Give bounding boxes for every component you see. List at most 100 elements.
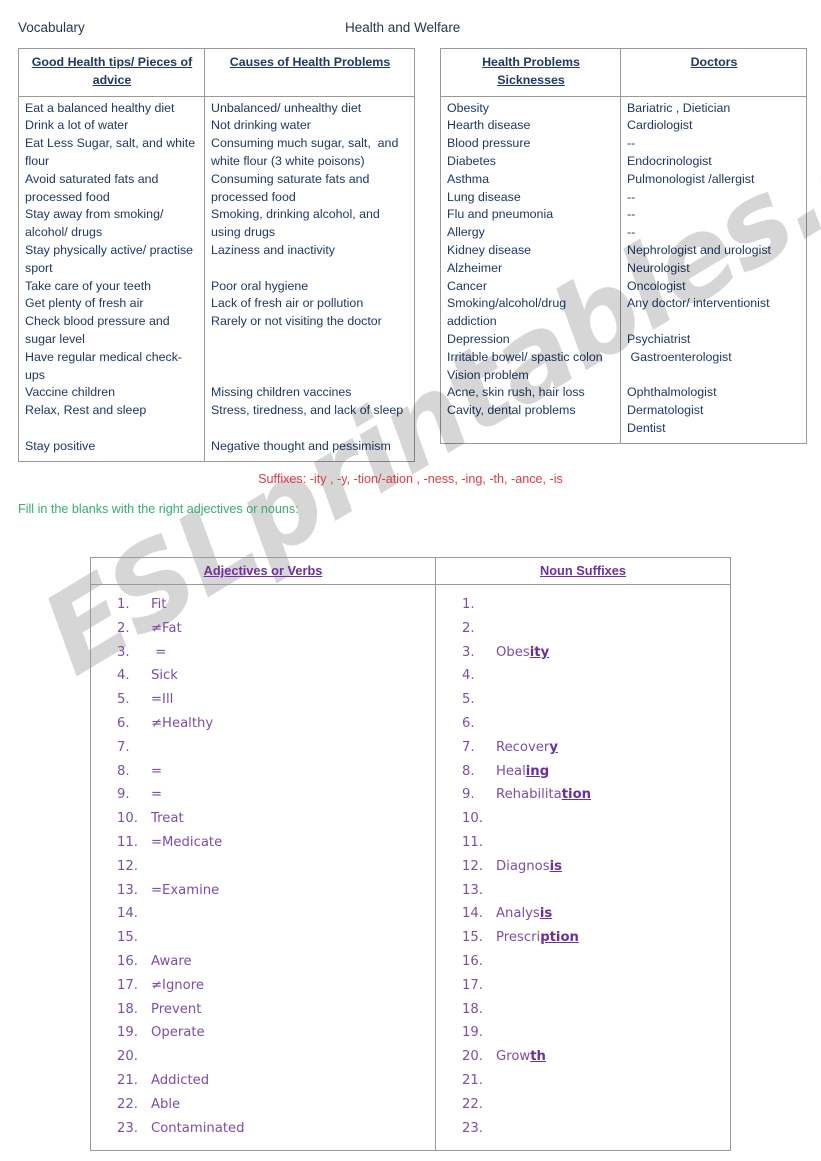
list-item: Stress, tiredness, and lack of sleep (211, 403, 404, 418)
noun-suffix: ity (529, 644, 550, 660)
list-item (117, 1045, 435, 1069)
list-item (462, 1117, 730, 1141)
noun-stem: Rehabilita (496, 787, 562, 803)
list-item: Stay positive (25, 438, 96, 453)
list-item: Drink a lot of water (25, 118, 129, 133)
list-item: Stay away from smoking/ alcohol/ drugs (25, 207, 167, 240)
list-item: Consuming much sugar, salt, and white fl… (211, 136, 402, 168)
vocabulary-label: Vocabulary (18, 20, 85, 35)
list-item: = (117, 783, 163, 807)
noun-suffix: is (539, 906, 553, 922)
list-item (462, 593, 730, 617)
list-item: Prescription (462, 926, 730, 950)
noun-stem: Diagnos (496, 858, 550, 874)
list-item: -- (627, 207, 636, 222)
list-item: Nephrologist and urologist (627, 242, 771, 257)
list-item: Neurologist (627, 260, 690, 275)
list-item: Growth (462, 1045, 730, 1069)
list-item: Stay physically active/ practise sport (25, 242, 197, 275)
noun-stem: Obes (496, 644, 530, 660)
list-item: ≠Healthy (117, 712, 214, 736)
list-item: Gastroenterologist (627, 349, 732, 364)
list-item: Not drinking water (211, 118, 311, 133)
noun-suffixes-list: Obesity Recovery Healing Rehabilitation Di… (436, 593, 730, 1140)
list-item: Prevent (117, 998, 202, 1022)
list-item: Laziness and inactivity (211, 242, 335, 257)
table-header-row: Health Problems Sicknesses Doctors (440, 48, 807, 97)
page-title: Health and Welfare (345, 20, 461, 35)
list-item: Poor oral hygiene (211, 278, 309, 293)
list-item: Recovery (462, 736, 730, 760)
cell-good-health-tips: Eat a balanced healthy diet Drink a lot o… (18, 95, 205, 462)
table-header-row: Good Health tips/ Pieces of advice Cause… (18, 48, 415, 97)
list-item (25, 420, 199, 438)
column-header-line-2: Sicknesses (497, 72, 565, 87)
table-row: Eat a balanced healthy diet Drink a lot o… (18, 95, 415, 462)
exercise-instruction: Fill in the blanks with the right adject… (18, 502, 299, 516)
column-header-doctors: Doctors (620, 48, 807, 97)
doctors-list: Bariatric , Dietician Cardiologist -- Endoc… (627, 100, 801, 438)
list-item: Contaminated (117, 1117, 245, 1141)
list-item: Dentist (627, 420, 666, 435)
list-item: Pulmonologist /allergist (627, 171, 755, 186)
list-item: Vaccine children (25, 385, 115, 400)
table-header-row: Adjectives or Verbs Noun Suffixes (90, 557, 731, 585)
list-item (462, 807, 730, 831)
list-item: Vision problem (447, 367, 529, 382)
list-item (462, 1021, 730, 1045)
causes-list: Unbalanced/ unhealthy diet Not drinking w… (211, 100, 409, 456)
list-item: Acne, skin rush, hair loss (447, 385, 585, 400)
list-item: Any doctor/ interventionist (627, 296, 770, 311)
list-item: Asthma (447, 171, 490, 186)
column-header-health-problems: Health Problems Sicknesses (440, 48, 621, 97)
list-item: Cavity, dental problems (447, 403, 576, 418)
list-item: Flu and pneumonia (447, 207, 554, 222)
noun-suffix: y (549, 739, 558, 755)
worksheet-page: Vocabulary Health and Welfare Good Healt… (0, 0, 821, 1161)
cell-adjectives-or-verbs: Fit ≠Fat = Sick =Ill ≠Healthy = = Treat =Medica… (90, 583, 436, 1152)
noun-stem: Analys (496, 906, 540, 922)
list-item (462, 879, 730, 903)
list-item (211, 349, 409, 367)
list-item: Ophthalmologist (627, 385, 717, 400)
list-item (462, 998, 730, 1022)
column-header-label: Causes of Health Problems (229, 55, 391, 69)
sicknesses-list: Obesity Hearth disease Blood pressure Diabe… (447, 100, 615, 420)
list-item: Relax, Rest and sleep (25, 403, 147, 418)
list-item: Eat a balanced healthy diet (25, 100, 175, 115)
list-item (462, 831, 730, 855)
list-item: Avoid saturated fats and processed food (25, 171, 162, 204)
list-item: Bariatric , Dietician (627, 100, 731, 115)
list-item: Smoking/alcohol/drug addiction (447, 296, 570, 329)
list-item: Diabetes (447, 153, 496, 168)
list-item: Lack of fresh air or pollution (211, 296, 364, 311)
list-item: Blood pressure (447, 136, 531, 151)
column-header-label: Doctors (690, 55, 738, 69)
list-item: Cardiologist (627, 118, 693, 133)
noun-suffix: th (530, 1049, 546, 1065)
list-item (117, 855, 435, 879)
list-item: Alzheimer (447, 260, 503, 275)
list-item: Operate (117, 1021, 205, 1045)
list-item: Addicted (117, 1069, 210, 1093)
list-item: Depression (447, 331, 510, 346)
table-row: Obesity Hearth disease Blood pressure Diabe… (440, 95, 807, 444)
list-item (117, 736, 435, 760)
list-item: Allergy (447, 225, 485, 240)
list-item: Hearth disease (447, 118, 531, 133)
list-item: ≠Fat (117, 617, 182, 641)
list-item (462, 1093, 730, 1117)
noun-stem: Grow (496, 1049, 531, 1065)
noun-stem: Prescri (496, 930, 541, 946)
list-item: Eat Less Sugar, salt, and white flour (25, 136, 199, 168)
list-item: Obesity (447, 100, 490, 115)
column-header-label: Noun Suffixes (539, 563, 627, 578)
good-health-tips-list: Eat a balanced healthy diet Drink a lot o… (25, 100, 199, 456)
list-item: Endocrinologist (627, 153, 712, 168)
list-item: Psychiatrist (627, 331, 691, 346)
list-item: Sick (117, 664, 178, 688)
noun-stem: Heal (496, 763, 526, 779)
list-item: Lung disease (447, 189, 521, 204)
cell-noun-suffixes: Obesity Recovery Healing Rehabilitation Di… (435, 583, 731, 1152)
list-item (462, 950, 730, 974)
